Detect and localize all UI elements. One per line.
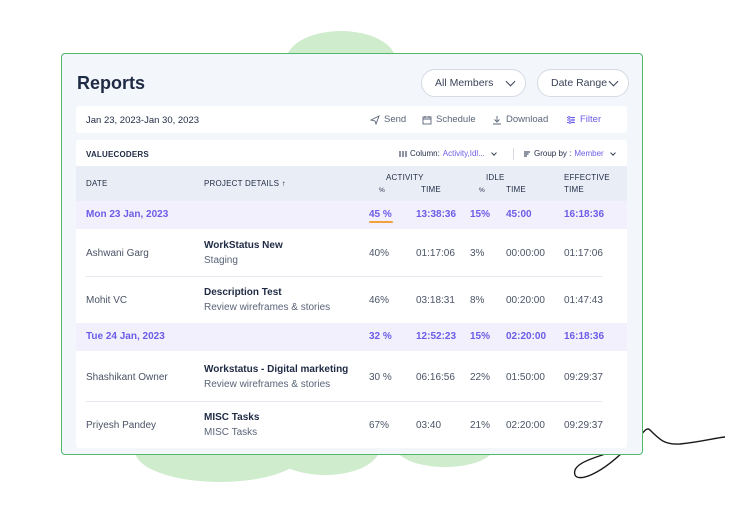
chevron-down-icon	[505, 76, 516, 87]
column-selector[interactable]: Column: Activity,Idl...	[399, 149, 497, 158]
idle-time: 00:20:00	[506, 295, 545, 306]
day-summary-row[interactable]: Tue 24 Jan, 2023 32 % 12:52:23 15% 02:20…	[76, 323, 627, 351]
day-idle-pct: 15%	[470, 209, 491, 220]
idle-pct: 3%	[470, 248, 485, 259]
project-name: WorkStatus New	[204, 240, 283, 251]
send-label: Send	[384, 114, 407, 125]
day-idle-time: 45:00	[506, 209, 532, 220]
header-idle: IDLE	[486, 173, 505, 182]
idle-time: 02:20:00	[506, 420, 545, 431]
activity-time: 06:16:56	[416, 372, 455, 383]
day-idle-pct: 15%	[470, 331, 491, 342]
send-button[interactable]: Send	[370, 114, 406, 125]
group-by-label: Group by :	[534, 149, 572, 158]
day-idle-time: 02:20:00	[506, 331, 547, 342]
header-idle-time: TIME	[506, 185, 526, 194]
columns-icon	[399, 150, 407, 157]
group-by-selector[interactable]: Group by : Member	[523, 149, 616, 158]
project-name: Workstatus - Digital marketing	[204, 364, 349, 375]
activity-pct: 46%	[369, 295, 390, 306]
header-idle-pct: %	[479, 187, 485, 194]
project-name: Description Test	[204, 287, 282, 298]
date-range-text: Jan 23, 2023-Jan 30, 2023	[86, 115, 200, 126]
header-project[interactable]: PROJECT DETAILS ↑	[204, 179, 286, 188]
chevron-down-icon	[608, 76, 619, 87]
day-effective-time: 16:18:36	[564, 331, 605, 342]
report-toolbar: Jan 23, 2023-Jan 30, 2023 Send Schedule …	[76, 106, 627, 133]
effective-time: 01:47:43	[564, 295, 603, 306]
day-summary-row[interactable]: Mon 23 Jan, 2023 45 % 13:38:36 15% 45:00…	[76, 201, 627, 229]
members-dropdown-label: All Members	[435, 77, 494, 89]
activity-pct: 30 %	[369, 372, 392, 383]
idle-time: 00:00:00	[506, 248, 545, 259]
day-activity-pct: 32 %	[369, 331, 392, 342]
day-effective-time: 16:18:36	[564, 209, 605, 220]
table-row[interactable]: Ashwani Garg WorkStatus New Staging 40% …	[76, 229, 627, 276]
activity-pct: 40%	[369, 248, 390, 259]
chevron-down-icon	[609, 149, 616, 156]
header-effective: EFFECTIVE	[564, 173, 610, 182]
header-date: DATE	[86, 179, 108, 188]
group-by-value: Member	[574, 149, 604, 158]
table-controls: VALUECODERS Column: Activity,Idl... Grou…	[76, 140, 627, 166]
day-activity-time: 13:38:36	[416, 209, 457, 220]
table-row[interactable]: Shashikant Owner Workstatus - Digital ma…	[76, 351, 627, 401]
day-date: Tue 24 Jan, 2023	[86, 331, 165, 342]
idle-pct: 21%	[470, 420, 491, 431]
header-activity-time: TIME	[421, 185, 441, 194]
day-activity-time: 12:52:23	[416, 331, 457, 342]
member-name: Shashikant Owner	[86, 372, 168, 383]
idle-pct: 22%	[470, 372, 491, 383]
date-range-dropdown[interactable]: Date Range	[537, 69, 629, 97]
member-name: Priyesh Pandey	[86, 420, 157, 431]
activity-time: 03:40	[416, 420, 442, 431]
download-button[interactable]: Download	[492, 114, 548, 125]
member-name: Ashwani Garg	[86, 248, 149, 259]
column-label: Column:	[410, 149, 440, 158]
activity-highlight	[369, 221, 393, 223]
filter-button[interactable]: Filter	[566, 114, 601, 125]
report-table: VALUECODERS Column: Activity,Idl... Grou…	[76, 140, 627, 448]
header-activity-pct: %	[379, 187, 385, 194]
divider	[513, 148, 514, 160]
effective-time: 01:17:06	[564, 248, 603, 259]
download-label: Download	[506, 114, 549, 125]
chevron-down-icon	[491, 149, 497, 156]
task-name: Staging	[204, 255, 238, 266]
activity-time: 03:18:31	[416, 295, 455, 306]
reports-card: Reports All Members Date Range Jan 23, 2…	[61, 53, 643, 455]
header-activity: ACTIVITY	[386, 173, 424, 182]
members-dropdown[interactable]: All Members	[421, 69, 526, 97]
activity-time: 01:17:06	[416, 248, 455, 259]
task-name: Review wireframes & stories	[204, 379, 331, 390]
header-effective-time: TIME	[564, 185, 584, 194]
send-icon	[370, 114, 380, 125]
idle-pct: 8%	[470, 295, 485, 306]
effective-time: 09:29:37	[564, 372, 603, 383]
task-name: Review wireframes & stories	[204, 302, 331, 313]
table-row[interactable]: Priyesh Pandey MISC Tasks MISC Tasks 67%…	[76, 401, 627, 448]
filter-icon	[567, 115, 575, 124]
day-activity-pct: 45 %	[369, 209, 392, 220]
page-title: Reports	[77, 73, 146, 93]
column-value: Activity,Idl...	[442, 149, 485, 158]
column-header-row: DATE PROJECT DETAILS ↑ ACTIVITY % TIME I…	[76, 166, 627, 201]
sort-icon	[524, 151, 530, 156]
schedule-button[interactable]: Schedule	[422, 114, 476, 125]
member-name: Mohit VC	[86, 295, 128, 306]
date-range-dropdown-label: Date Range	[551, 77, 608, 89]
company-name: VALUECODERS	[86, 150, 149, 159]
schedule-label: Schedule	[436, 114, 476, 125]
idle-time: 01:50:00	[506, 372, 545, 383]
project-name: MISC Tasks	[204, 412, 260, 423]
calendar-icon	[422, 115, 432, 124]
filter-label: Filter	[580, 114, 602, 125]
activity-pct: 67%	[369, 420, 390, 431]
day-date: Mon 23 Jan, 2023	[86, 209, 169, 220]
task-name: MISC Tasks	[204, 427, 258, 438]
effective-time: 09:29:37	[564, 420, 603, 431]
download-icon	[493, 115, 501, 124]
table-row[interactable]: Mohit VC Description Test Review wirefra…	[76, 276, 627, 323]
